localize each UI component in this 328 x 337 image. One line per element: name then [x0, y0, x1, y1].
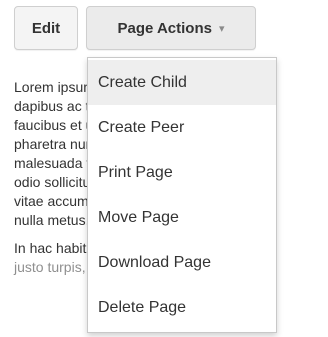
menu-item-label: Delete Page — [98, 298, 187, 316]
edit-button[interactable]: Edit — [14, 6, 78, 50]
menu-item-move-page[interactable]: Move Page — [88, 195, 276, 240]
edit-button-label: Edit — [31, 19, 61, 37]
page-actions-button-label: Page Actions — [117, 19, 212, 37]
menu-item-label: Create Peer — [98, 118, 185, 136]
menu-item-label: Move Page — [98, 208, 179, 226]
page-actions-button[interactable]: Page Actions ▾ — [86, 6, 256, 50]
menu-item-label: Create Child — [98, 73, 187, 91]
menu-item-label: Download Page — [98, 253, 211, 271]
menu-item-download-page[interactable]: Download Page — [88, 240, 276, 285]
page-actions-menu: Create Child Create Peer Print Page Move… — [87, 57, 277, 333]
menu-item-label: Print Page — [98, 163, 173, 181]
page: Edit Page Actions ▾ Lorem ipsum dolor si… — [0, 0, 328, 337]
menu-item-delete-page[interactable]: Delete Page — [88, 285, 276, 330]
menu-item-create-peer[interactable]: Create Peer — [88, 105, 276, 150]
menu-item-print-page[interactable]: Print Page — [88, 150, 276, 195]
chevron-down-icon: ▾ — [218, 22, 225, 35]
menu-item-create-child[interactable]: Create Child — [88, 60, 276, 105]
